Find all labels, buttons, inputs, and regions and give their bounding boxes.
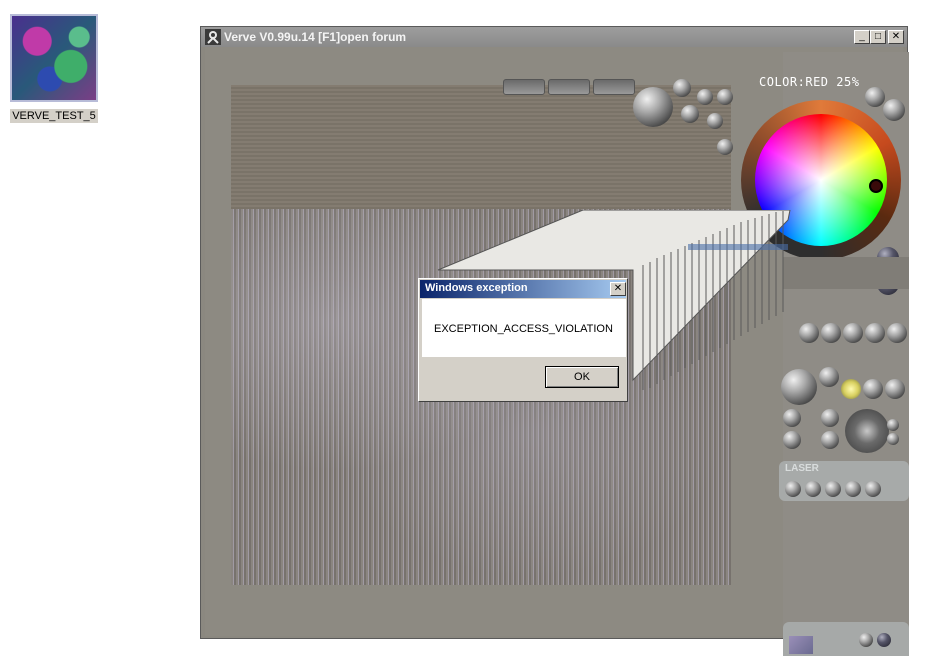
knob-button[interactable] [819, 367, 839, 387]
knob-button[interactable] [673, 79, 691, 97]
toolbar-slot-3[interactable] [593, 79, 635, 95]
knob-button[interactable] [821, 431, 839, 449]
knob-button[interactable] [883, 99, 905, 121]
knob-button[interactable] [783, 409, 801, 427]
knob-button[interactable] [717, 139, 733, 155]
dialog-close-button[interactable]: ✕ [610, 282, 626, 296]
ok-button[interactable]: OK [545, 366, 619, 388]
knob-button[interactable] [785, 481, 801, 497]
main-dial-knob[interactable] [633, 87, 673, 127]
knob-button[interactable] [887, 323, 907, 343]
desktop-icon-thumbnail [10, 14, 98, 102]
toolbar-slot-1[interactable] [503, 79, 545, 95]
dialog-body: EXCEPTION_ACCESS_VIOLATION [422, 299, 626, 357]
knob-button[interactable] [681, 105, 699, 123]
knob-button[interactable] [863, 379, 883, 399]
knob-button[interactable] [821, 323, 841, 343]
desktop-icon-verve-test[interactable]: VERVE_TEST_5 [8, 14, 100, 128]
toolbar-slot-2[interactable] [548, 79, 590, 95]
window-title: Verve V0.99u.14 [F1]open forum [224, 30, 407, 44]
desktop-icon-label: VERVE_TEST_5 [10, 109, 98, 123]
knob-button[interactable] [825, 481, 841, 497]
knob-button[interactable] [865, 87, 885, 107]
exception-dialog: Windows exception ✕ EXCEPTION_ACCESS_VIO… [418, 278, 628, 402]
knob-button[interactable] [805, 481, 821, 497]
knob-button[interactable] [697, 89, 713, 105]
knob-button[interactable] [799, 323, 819, 343]
knob-button[interactable] [821, 409, 839, 427]
knob-button[interactable] [717, 89, 733, 105]
color-readout: COLOR:RED 25% [759, 75, 860, 89]
minimize-button[interactable]: _ [854, 30, 870, 44]
knob-button[interactable] [887, 419, 899, 431]
knob-button[interactable] [877, 633, 891, 647]
maximize-button[interactable]: □ [870, 30, 886, 44]
active-light-button[interactable] [841, 379, 861, 399]
knob-button[interactable] [845, 481, 861, 497]
verve-app-icon [205, 29, 221, 45]
knob-button[interactable] [707, 113, 723, 129]
color-wheel-selector[interactable] [869, 179, 883, 193]
tool-slot-panel [783, 257, 909, 289]
knob-button[interactable] [865, 481, 881, 497]
knob-button[interactable] [887, 433, 899, 445]
knob-button[interactable] [865, 323, 885, 343]
brush-preview [845, 409, 889, 453]
dialog-title: Windows exception [425, 282, 528, 294]
close-button[interactable]: ✕ [888, 30, 904, 44]
dialog-titlebar[interactable]: Windows exception ✕ [420, 280, 626, 298]
knob-button[interactable] [885, 379, 905, 399]
knob-button[interactable] [783, 431, 801, 449]
window-titlebar[interactable]: Verve V0.99u.14 [F1]open forum _ □ ✕ [201, 27, 907, 47]
dialog-message: EXCEPTION_ACCESS_VIOLATION [434, 323, 613, 335]
canvas-thumbnail[interactable] [789, 636, 813, 654]
laser-label: LASER [785, 463, 819, 474]
knob-button[interactable] [843, 323, 863, 343]
knob-button[interactable] [859, 633, 873, 647]
